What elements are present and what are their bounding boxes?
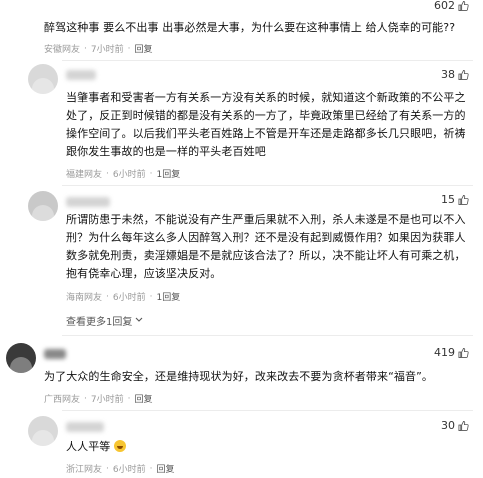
divider <box>62 410 473 411</box>
comment-text: 醉驾这种事 要么不出事 出事必然是大事，为什么要在这种事情上 给人侥幸的可能?? <box>44 21 456 34</box>
like-count: 419 <box>434 346 455 359</box>
divider <box>62 335 473 336</box>
comment-text: 人人平等 <box>66 440 111 453</box>
divider <box>62 60 473 61</box>
avatar[interactable] <box>6 343 36 373</box>
thumbs-up-icon <box>458 194 469 206</box>
comment-time: 7小时前 <box>90 395 124 405</box>
reply-button[interactable]: 1回复 <box>157 290 181 303</box>
like-button[interactable]: 419 <box>434 346 469 359</box>
reply-button[interactable]: 回复 <box>135 42 153 55</box>
divider <box>62 185 473 186</box>
comment-location: 浙江网友 <box>66 465 103 475</box>
avatar[interactable] <box>28 191 58 221</box>
thumbs-up-icon <box>458 0 469 12</box>
thumbs-up-icon <box>458 347 469 359</box>
comment-text-wrapper: 人人平等 <box>66 438 266 456</box>
reply-button[interactable]: 回复 <box>157 462 175 475</box>
like-count: 15 <box>441 193 455 206</box>
like-button[interactable]: 38 <box>441 68 469 81</box>
view-more-replies-link[interactable]: 查看更多1回复 <box>66 313 143 328</box>
comment-time: 6小时前 <box>112 293 146 303</box>
comment-text: 为了大众的生命安全，还是维持现状为好，改来改去不要为贪杯者带来“福音”。 <box>44 370 433 383</box>
comment-meta: 浙江网友 · 6小时前 · 回复 <box>66 462 175 476</box>
username-blurred <box>66 197 110 207</box>
comment-location: 海南网友 <box>66 293 103 303</box>
username-blurred <box>44 349 66 359</box>
view-more-label: 查看更多1回复 <box>66 317 133 328</box>
like-count: 38 <box>441 68 455 81</box>
reply-button[interactable]: 1回复 <box>157 167 181 180</box>
username-blurred <box>66 422 104 432</box>
comment-meta: 安徽网友 · 7小时前 · 回复 <box>44 42 153 56</box>
comment-time: 7小时前 <box>90 45 124 55</box>
comment-meta: 广西网友 · 7小时前 · 回复 <box>44 392 153 406</box>
like-button[interactable]: 15 <box>441 193 469 206</box>
like-count: 30 <box>441 419 455 432</box>
comment-time: 6小时前 <box>112 465 146 475</box>
comment-time: 6小时前 <box>112 170 146 180</box>
comment-meta: 福建网友 · 6小时前 · 1回复 <box>66 167 181 181</box>
avatar[interactable] <box>28 64 58 94</box>
username-blurred <box>66 70 96 80</box>
comment-location: 安徽网友 <box>44 45 81 55</box>
like-button[interactable]: 30 <box>441 419 469 432</box>
like-count: 602 <box>434 0 455 12</box>
grinning-face-emoji <box>114 440 127 452</box>
comment-text: 所谓防患于未然，不能说没有产生严重后果就不入刑，杀人未遂是不是也可以不入刑？为什… <box>66 213 466 280</box>
comment-location: 福建网友 <box>66 170 103 180</box>
comment-meta: 海南网友 · 6小时前 · 1回复 <box>66 290 181 304</box>
avatar[interactable] <box>28 416 58 446</box>
comment-location: 广西网友 <box>44 395 81 405</box>
reply-button[interactable]: 回复 <box>135 392 153 405</box>
comment-text: 当肇事者和受害者一方有关系一方没有关系的时候，就知道这个新政策的不公平之处了，反… <box>66 91 466 158</box>
chevron-down-icon <box>135 315 143 326</box>
thumbs-up-icon <box>458 420 469 432</box>
like-button[interactable]: 602 <box>434 0 469 12</box>
thumbs-up-icon <box>458 69 469 81</box>
